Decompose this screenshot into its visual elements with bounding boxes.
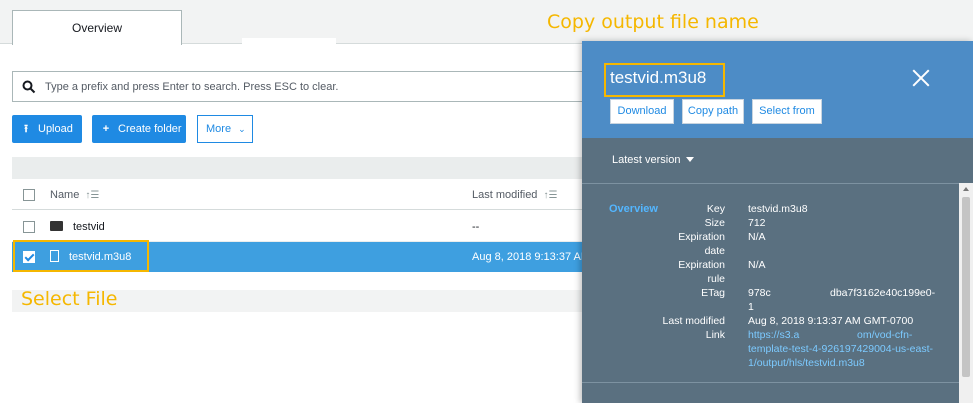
select-all-checkbox[interactable]	[23, 189, 35, 201]
row-name-label: testvid	[73, 221, 105, 233]
object-link[interactable]: https://s3.a	[748, 328, 799, 342]
prop-size-label: Size	[704, 217, 725, 229]
upload-button[interactable]: ⭱ Upload	[12, 115, 82, 143]
row-checkbox[interactable]	[23, 221, 35, 233]
search-icon	[22, 80, 36, 94]
plus-icon: +	[102, 123, 110, 135]
prop-expiration-rule-label: Expiration	[678, 259, 725, 271]
prop-link-label: Link	[705, 329, 725, 341]
annotation-select-file: Select File	[21, 288, 118, 310]
prop-etag-value: 978c	[748, 287, 771, 299]
prop-expiration-date-value: N/A	[748, 231, 766, 243]
prop-expiration-date-label-2: date	[704, 245, 725, 257]
sort-icon: ↑☰	[543, 190, 558, 201]
table-header: Name ↑☰ Last modified ↑☰	[12, 180, 597, 210]
search-box[interactable]	[12, 71, 597, 102]
create-folder-button[interactable]: + Create folder	[92, 115, 186, 143]
annotation-copy-output: Copy output file name	[547, 11, 759, 33]
copy-name-highlight	[604, 63, 725, 97]
object-detail-panel: testvid.m3u8 Download Copy path Select f…	[582, 41, 973, 403]
object-link-line-3[interactable]: 1/output/hls/testvid.m3u8	[748, 356, 865, 370]
scroll-up-arrow-icon[interactable]	[963, 187, 969, 191]
table-toolbar-band	[12, 157, 597, 179]
chevron-down-icon: ⌄	[238, 124, 246, 134]
row-last-modified: --	[472, 221, 480, 233]
version-bar: Latest version	[582, 138, 973, 183]
prop-key-value: testvid.m3u8	[748, 203, 808, 215]
prop-etag-label: ETag	[701, 287, 725, 299]
search-input[interactable]	[45, 73, 585, 100]
scroll-thumb[interactable]	[962, 197, 970, 377]
table-row[interactable]: testvid --	[12, 212, 597, 242]
panel-header: testvid.m3u8 Download Copy path Select f…	[582, 41, 973, 138]
s3-console: { "tabs": { "overview": "Overview" }, "a…	[0, 0, 973, 403]
row-last-modified: Aug 8, 2018 9:13:37 AM	[472, 251, 591, 263]
version-label: Latest version	[612, 154, 681, 166]
tab-strip: Overview	[0, 0, 973, 45]
tab-gap	[242, 38, 336, 44]
sort-icon: ↑☰	[85, 190, 100, 201]
create-folder-label: Create folder	[118, 123, 182, 135]
copy-path-button[interactable]: Copy path	[682, 99, 744, 124]
prop-expiration-rule-label-2: rule	[707, 273, 725, 285]
download-button[interactable]: Download	[610, 99, 674, 124]
prop-key-label: Key	[706, 203, 725, 215]
version-dropdown[interactable]: Latest version	[612, 154, 695, 166]
column-header-name-label: Name	[50, 189, 80, 201]
select-file-highlight	[13, 240, 149, 272]
object-link-line-2[interactable]: template-test-4-926197429004-us-east-	[748, 342, 933, 356]
tab-overview[interactable]: Overview	[12, 10, 182, 45]
column-header-last-modified[interactable]: Last modified ↑☰	[472, 180, 557, 211]
object-properties: Overview Key testvid.m3u8 Size 712 Expir…	[582, 183, 960, 403]
prop-last-modified-value: Aug 8, 2018 9:13:37 AM GMT-0700	[748, 315, 914, 327]
details-divider	[582, 382, 960, 383]
prop-size-value: 712	[748, 217, 766, 229]
upload-label: Upload	[38, 123, 73, 135]
prop-expiration-date-label: Expiration	[678, 231, 725, 243]
caret-down-icon	[686, 157, 695, 162]
object-link-tail[interactable]: om/vod-cfn-	[857, 328, 912, 342]
folder-icon	[50, 221, 63, 231]
row-name[interactable]: testvid	[50, 212, 105, 242]
select-from-button[interactable]: Select from	[752, 99, 822, 124]
column-header-last-modified-label: Last modified	[472, 189, 538, 201]
prop-etag-value-2: 1	[748, 301, 754, 313]
prop-last-modified-label: Last modified	[662, 315, 725, 327]
panel-scrollbar[interactable]	[959, 183, 973, 403]
upload-icon: ⭱	[24, 123, 28, 135]
more-button[interactable]: More ⌄	[197, 115, 253, 143]
prop-expiration-rule-value: N/A	[748, 259, 766, 271]
column-header-name[interactable]: Name ↑☰	[50, 180, 99, 211]
more-label: More	[206, 123, 232, 135]
close-icon[interactable]	[912, 69, 930, 87]
prop-etag-value-tail: dba7f3162e40c199e0-	[830, 287, 936, 299]
